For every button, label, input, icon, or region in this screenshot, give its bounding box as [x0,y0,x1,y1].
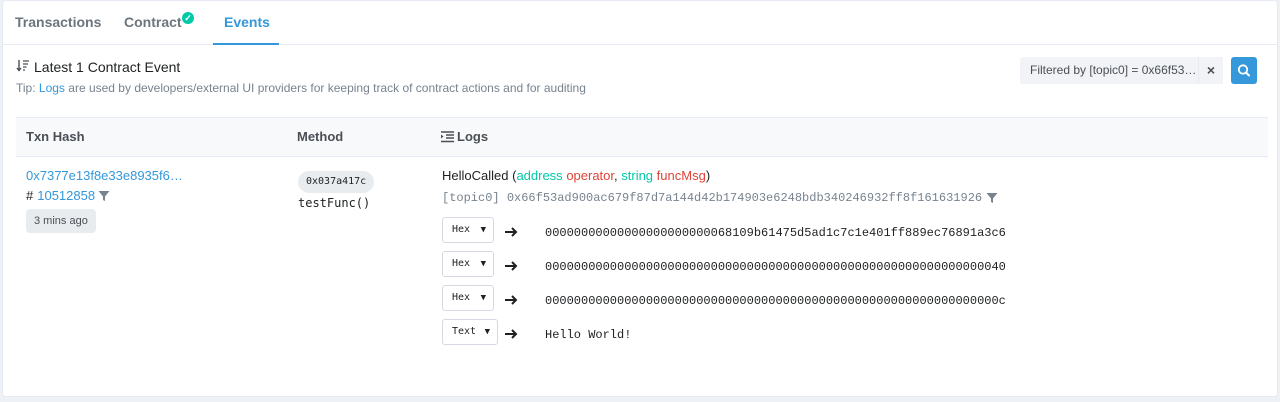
arrow-right-icon [505,227,518,237]
data-value: 00000000000000000000000068109b61475d5ad1… [545,226,1006,240]
param2-type: string [621,168,654,183]
chevron-down-icon: ▼ [480,259,486,269]
tip-rest: are used by developers/external UI provi… [64,81,586,95]
tab-contract[interactable]: Contract [124,1,182,45]
chevron-down-icon: ▼ [480,293,486,303]
logs-link[interactable]: Logs [39,81,65,95]
arrow-right-icon [505,295,518,305]
tip-text: Tip: Logs are used by developers/externa… [16,81,586,95]
data-format-value: Text [452,326,477,337]
events-heading: Latest 1 Contract Event [16,59,180,75]
chevron-down-icon: ▼ [484,327,490,337]
event-paren-close: ) [705,168,711,183]
event-signature: HelloCalled (address operator, string fu… [442,168,710,183]
table-header: Txn Hash Method Logs [16,117,1268,157]
param1-type: address [516,168,563,183]
data-value: 0000000000000000000000000000000000000000… [545,294,1006,308]
column-txn-hash: Txn Hash [26,129,85,144]
block-number-link[interactable]: 10512858 [37,188,95,203]
age-badge: 3 mins ago [26,209,96,233]
chevron-down-icon: ▼ [480,225,486,235]
clear-filter-button[interactable]: × [1198,57,1223,84]
arrow-right-icon [505,329,518,339]
param1-name: operator [566,168,615,183]
topic0-label: [topic0] [442,191,500,205]
indent-icon [441,131,454,143]
block-number: # 10512858 [26,188,110,203]
topic0-filter-icon[interactable] [986,192,998,204]
filter-icon[interactable] [98,190,110,202]
tab-bar: Transactions Contract ✓ Events [3,1,1277,45]
search-icon [1237,64,1250,77]
column-logs-label: Logs [457,129,489,144]
data-format-select[interactable]: Text ▼ [442,319,498,345]
txn-hash-link[interactable]: 0x7377e13f8e33e8935f6… [26,168,183,183]
tab-transactions[interactable]: Transactions [15,1,101,45]
method-name: testFunc() [298,196,371,210]
data-format-select[interactable]: Hex ▼ [442,251,494,277]
data-format-value: Hex [452,224,471,235]
arrow-right-icon [505,261,518,271]
data-value: Hello World! [545,328,632,342]
block-prefix: # [26,188,34,203]
active-tab-indicator [213,43,279,45]
param2-name: funcMsg [656,168,706,183]
data-format-value: Hex [452,258,471,269]
verified-check-icon: ✓ [182,12,194,24]
events-card: Transactions Contract ✓ Events Latest 1 … [2,0,1278,397]
events-title: Latest 1 Contract Event [34,59,181,75]
search-button[interactable] [1231,57,1257,84]
filter-badge: Filtered by [topic0] = 0x66f53… [1020,57,1198,84]
data-format-select[interactable]: Hex ▼ [442,285,494,311]
data-value: 0000000000000000000000000000000000000000… [545,260,1006,274]
data-format-value: Hex [452,292,471,303]
method-id-badge: 0x037a417c [298,171,375,193]
topic0-row: [topic0] 0x66f53ad900ac679f87d7a144d42b1… [442,191,998,205]
topic0-value: 0x66f53ad900ac679f87d7a144d42b174903e624… [506,191,983,205]
column-method: Method [297,129,344,144]
sort-amount-icon [16,59,30,75]
tab-events[interactable]: Events [224,1,270,45]
column-logs: Logs [441,118,488,156]
event-name: HelloCalled [442,168,509,183]
data-format-select[interactable]: Hex ▼ [442,217,494,243]
tip-prefix: Tip: [16,81,39,95]
